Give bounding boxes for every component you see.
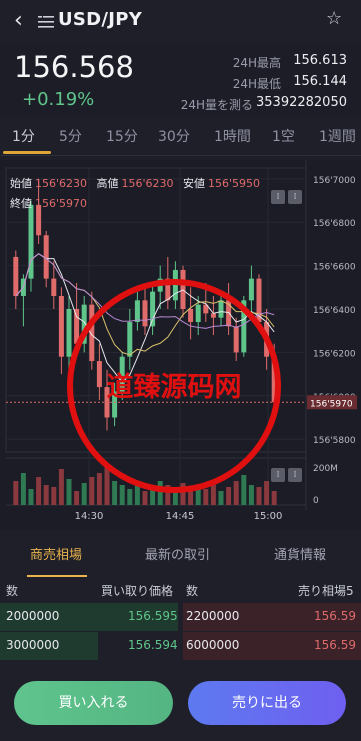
last-price: 156.568 <box>14 50 134 84</box>
buy-button[interactable]: 買い入れる <box>14 681 173 725</box>
top-bar: ‹ USD/JPY ☆ <box>0 0 361 44</box>
orderbook-row: 3000000 156.594 6000000 156.59 <box>0 632 361 660</box>
tab-currency-info[interactable]: 通貨情報 <box>274 544 326 563</box>
tab-latest-trades[interactable]: 最新の取引 <box>145 544 210 563</box>
tab-1h[interactable]: 1時間 <box>214 126 251 146</box>
currency-pair-title: USD/JPY <box>58 9 143 30</box>
tab-15m[interactable]: 15分 <box>106 126 138 146</box>
tab-market-depth[interactable]: 商売相場 <box>30 544 82 563</box>
high-value: 156.613 <box>293 53 347 68</box>
bid-price-header: 買い取り価格 <box>101 584 174 598</box>
ask-qty: 2200000 <box>186 609 240 623</box>
ask-price-header: 売り相場5 <box>298 584 354 598</box>
price-change: +0.19% <box>22 89 95 110</box>
star-icon[interactable]: ☆ <box>326 9 346 29</box>
price-chart[interactable]: 156'7000 156'6800 156'6600 156'6400 156'6200… <box>0 160 361 530</box>
list-icon[interactable] <box>38 15 54 29</box>
svg-text:道臻源码网: 道臻源码网 <box>107 371 242 403</box>
ask-qty: 6000000 <box>186 638 240 652</box>
bid-qty-header: 数 <box>6 584 19 598</box>
ticker-panel: 156.568 +0.19% 24H最高 156.613 24H最低 156.1… <box>0 44 361 116</box>
volume-value: 35392282050 <box>256 95 347 110</box>
sell-button[interactable]: 売りに出る <box>188 681 346 725</box>
tab-1m[interactable]: 1分 <box>12 126 35 146</box>
ask-qty-header: 数 <box>186 584 199 598</box>
section-tabs: 商売相場 最新の取引 通貨情報 <box>0 530 361 578</box>
low-value: 156.144 <box>293 74 347 89</box>
active-tab-indicator <box>3 151 51 154</box>
ask-price: 156.59 <box>314 638 356 652</box>
section-tab-indicator <box>27 575 87 577</box>
bid-price: 156.594 <box>128 638 178 652</box>
tab-1w[interactable]: 1週間 <box>319 126 356 146</box>
tab-30m[interactable]: 30分 <box>158 126 190 146</box>
timeframe-tabs: 1分 5分 15分 30分 1時間 1空 1週間 <box>0 118 361 156</box>
tab-1d[interactable]: 1空 <box>272 126 295 146</box>
high-label: 24H最高 <box>232 56 281 70</box>
low-label: 24H最低 <box>232 77 281 91</box>
volume-label: 24H量を測る <box>180 98 253 112</box>
watermark-stamp: 道臻源码网 <box>67 279 281 493</box>
ask-price: 156.59 <box>314 609 356 623</box>
bid-price: 156.595 <box>128 609 178 623</box>
orderbook-row: 2000000 156.595 2200000 156.59 <box>0 603 361 631</box>
tab-5m[interactable]: 5分 <box>59 126 82 146</box>
bid-qty: 2000000 <box>6 609 60 623</box>
bid-qty: 3000000 <box>6 638 60 652</box>
back-icon[interactable]: ‹ <box>14 9 32 33</box>
